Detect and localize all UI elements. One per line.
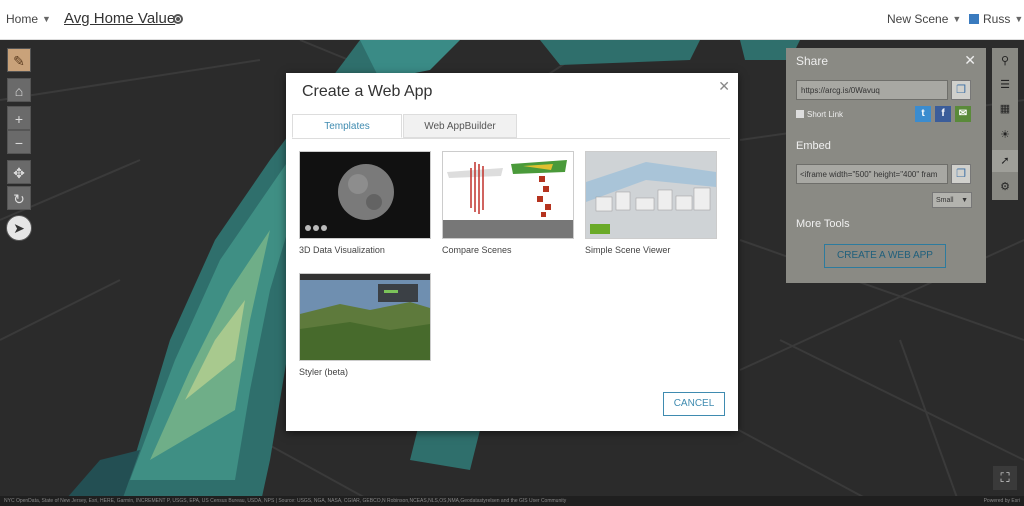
powered-by-esri[interactable]: Powered by Esri (984, 496, 1020, 506)
app-title[interactable]: Avg Home Value (64, 10, 175, 27)
thumbnail-image (586, 152, 716, 238)
fullscreen-icon[interactable]: ⛶ (993, 466, 1017, 490)
new-scene-menu[interactable]: New Scene ▼ (887, 12, 961, 26)
top-header: Home ▼ Avg Home Value New Scene ▼ Russ ▼ (0, 0, 1024, 40)
cancel-button[interactable]: CANCEL (663, 392, 725, 416)
create-web-app-button[interactable]: CREATE A WEB APP (824, 244, 946, 268)
avatar (969, 14, 979, 24)
user-name: Russ (983, 12, 1011, 26)
user-menu[interactable]: Russ ▼ (969, 12, 1023, 26)
new-scene-label: New Scene (887, 12, 949, 26)
template-label: Styler (beta) (299, 367, 349, 377)
checkbox-icon (796, 110, 804, 118)
template-thumbnail (442, 151, 574, 239)
settings-icon[interactable]: ⚙ (992, 176, 1018, 198)
share-panel: Share ✕ https://arcg.is/0Wavuq ❐ Short L… (786, 48, 986, 283)
create-web-app-dialog: Create a Web App ✕ Templates Web AppBuil… (286, 73, 738, 431)
thumbnail-image (300, 274, 430, 360)
template-label: Simple Scene Viewer (585, 245, 671, 255)
dialog-title: Create a Web App (302, 83, 433, 100)
twitter-icon[interactable]: t (915, 106, 931, 122)
more-tools-title: More Tools (796, 218, 850, 230)
copy-embed-icon[interactable]: ❐ (951, 164, 971, 184)
thumbnail-image (300, 152, 430, 238)
home-label: Home (6, 12, 39, 26)
template-label: Compare Scenes (442, 245, 512, 255)
home-icon[interactable]: ⌂ (7, 78, 31, 102)
embed-code-field[interactable]: <iframe width="500" height="400" fram (796, 164, 948, 184)
embed-title: Embed (796, 140, 831, 152)
email-icon[interactable]: ✉ (955, 106, 971, 122)
right-toolbar: ⚲ ☰ ▦ ☀ ➚ ⚙ (992, 48, 1018, 200)
template-card-simple-scene-viewer[interactable]: Simple Scene Viewer (585, 151, 717, 255)
share-title: Share (796, 54, 829, 68)
search-icon[interactable]: ⚲ (992, 50, 1018, 72)
template-card-compare-scenes[interactable]: Compare Scenes (442, 151, 574, 255)
size-value: Small (936, 197, 954, 204)
template-card-3d-data-visualization[interactable]: 3D Data Visualization (299, 151, 431, 255)
tab-web-appbuilder[interactable]: Web AppBuilder (403, 114, 517, 138)
dialog-tabs: Templates Web AppBuilder (292, 114, 730, 139)
basemap-gallery-icon[interactable]: ▦ (992, 98, 1018, 120)
zoom-out-icon[interactable]: − (7, 130, 31, 154)
zoom-in-symbol: + (14, 111, 24, 127)
chevron-down-icon: ▼ (42, 14, 51, 24)
attribution-text: NYC OpenData, State of New Jersey, Esri,… (4, 498, 567, 504)
facebook-icon[interactable]: f (935, 106, 951, 122)
compass-icon[interactable]: ➤ (6, 215, 32, 241)
embed-size-select[interactable]: Small ▼ (932, 192, 972, 208)
home-menu[interactable]: Home ▼ (6, 12, 51, 26)
zoom-in-icon[interactable]: + (7, 106, 31, 130)
pan-icon[interactable]: ✥ (7, 160, 31, 184)
close-icon[interactable]: ✕ (718, 78, 730, 95)
short-link-checkbox[interactable]: Short Link (796, 110, 843, 119)
daylight-icon[interactable]: ☀ (992, 124, 1018, 146)
close-icon[interactable]: ✕ (964, 52, 976, 69)
chevron-down-icon: ▼ (961, 197, 968, 204)
layers-icon[interactable]: ☰ (992, 74, 1018, 96)
thumbnail-image (443, 152, 573, 238)
template-thumbnail (585, 151, 717, 239)
template-card-styler-beta[interactable]: Styler (beta) (299, 273, 431, 377)
rotate-icon[interactable]: ↻ (7, 186, 31, 210)
zoom-out-symbol: − (14, 135, 24, 151)
template-label: 3D Data Visualization (299, 245, 385, 255)
chevron-down-icon: ▼ (1014, 14, 1024, 24)
template-thumbnail (299, 273, 431, 361)
share-icon[interactable]: ➚ (992, 150, 1018, 172)
template-thumbnail (299, 151, 431, 239)
tab-templates[interactable]: Templates (292, 114, 402, 138)
copy-link-icon[interactable]: ❐ (951, 80, 971, 100)
edit-icon[interactable]: ✎ (7, 48, 31, 72)
share-link-field[interactable]: https://arcg.is/0Wavuq (796, 80, 948, 100)
chevron-down-icon: ▼ (952, 14, 962, 24)
short-link-label: Short Link (807, 110, 844, 119)
attribution-bar: NYC OpenData, State of New Jersey, Esri,… (0, 496, 1024, 506)
globe-icon (173, 14, 183, 24)
